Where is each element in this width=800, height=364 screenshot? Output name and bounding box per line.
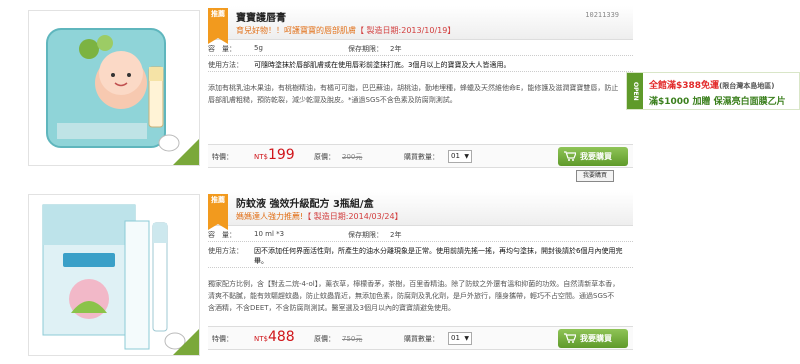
- shelf-life-label: 保存期限：: [348, 231, 383, 239]
- original-price: 200元: [342, 153, 363, 161]
- title-bar: 推薦 寶寶護唇膏 育兒好物！！呵護寶寶的唇部肌膚【 製造日期:2013/10/1…: [208, 6, 633, 44]
- usage-value: 因不添加任何界面活性劑，所產生的油水分離現象是正常。使用前請先搖一搖，再均勻塗抹…: [254, 247, 623, 265]
- manufacture-date: 【 製造日期:2014/03/24】: [303, 212, 403, 221]
- spec-row: 容 量： 5g 保存期限： 2年: [208, 40, 633, 56]
- buy-tooltip: 我要購買: [576, 170, 614, 182]
- recommend-ribbon: 推薦: [208, 194, 228, 230]
- shelf-life-value: 2年: [390, 45, 402, 53]
- product-subtitle: 媽媽達人強力推薦!【 製造日期:2014/03/24】: [236, 212, 403, 221]
- cart-icon: [564, 151, 576, 161]
- special-price-label: 特價：: [212, 153, 233, 161]
- product-sku: 10211339: [585, 11, 619, 19]
- original-price-label: 原價：: [314, 335, 335, 343]
- product-image-lip-balm[interactable]: [28, 10, 200, 166]
- original-price: 750元: [342, 335, 363, 343]
- product-subtitle: 育兒好物！！呵護寶寶的唇部肌膚【 製造日期:2013/10/19】: [236, 26, 456, 35]
- product-info: 推薦 寶寶護唇膏 育兒好物！！呵護寶寶的唇部肌膚【 製造日期:2013/10/1…: [208, 6, 633, 106]
- product-description: 添加有桃乳油木果油，有桃樹精油，有橘可可脂，巴巴蘇油，胡桃油，勤地埋種，蜂蠟及天…: [208, 84, 619, 104]
- corner-flag: [173, 139, 199, 165]
- corner-flag: [173, 329, 199, 355]
- volume-value: 5g: [254, 44, 263, 52]
- recommend-ribbon: 推薦: [208, 8, 228, 44]
- dropdown-arrow-icon: ▼: [464, 335, 469, 342]
- purchase-bar: 特價： NT$199 原價： 200元 購買數量： 01 ▼ 我要購買: [208, 144, 633, 168]
- title-bar: 推薦 防蚊液 強效升級配方 3瓶組/盒 媽媽達人強力推薦!【 製造日期:2014…: [208, 192, 633, 230]
- volume-value: 10 ml *3: [254, 230, 285, 238]
- banner-tab: OPEN: [627, 73, 643, 109]
- volume-label: 容 量：: [208, 45, 236, 53]
- usage-row: 使用方法： 可隨時塗抹於唇部肌膚或在使用唇彩前塗抹打底。3個月以上的寶寶及大人皆…: [208, 56, 633, 72]
- usage-label: 使用方法：: [208, 61, 243, 69]
- free-shipping-banner[interactable]: OPEN 全館滿$388免運(限台灣本島地區) 滿$1000 加贈 保濕亮白面膜…: [626, 72, 800, 110]
- product-card-mosquito-repellent: 推薦 防蚊液 強效升級配方 3瓶組/盒 媽媽達人強力推薦!【 製造日期:2014…: [28, 186, 633, 364]
- quantity-select[interactable]: 01 ▼: [448, 150, 472, 163]
- buy-button[interactable]: 我要購買: [558, 147, 628, 166]
- special-price-label: 特價：: [212, 335, 233, 343]
- quantity-select[interactable]: 01 ▼: [448, 332, 472, 345]
- usage-row: 使用方法： 因不添加任何界面活性劑，所產生的油水分離現象是正常。使用前請先搖一搖…: [208, 242, 633, 268]
- quantity-label: 購買數量：: [404, 335, 439, 343]
- manufacture-date: 【 製造日期:2013/10/19】: [356, 26, 456, 35]
- product-description: 獨家配方比例，含【對孟二烷-4-ol】，薰衣草，檸檬香茅，茶樹，百里香精油。除了…: [208, 280, 620, 312]
- banner-line-1: 全館滿$388免運(限台灣本島地區): [649, 81, 775, 91]
- special-price: NT$488: [254, 329, 295, 345]
- quantity-label: 購買數量：: [404, 153, 439, 161]
- shelf-life-value: 2年: [390, 231, 402, 239]
- product-image-mosquito-repellent[interactable]: [28, 194, 200, 356]
- product-title[interactable]: 防蚊液 強效升級配方 3瓶組/盒: [236, 195, 374, 210]
- dropdown-arrow-icon: ▼: [464, 153, 469, 160]
- product-title[interactable]: 寶寶護唇膏: [236, 9, 286, 24]
- shelf-life-label: 保存期限：: [348, 45, 383, 53]
- spec-row: 容 量： 10 ml *3 保存期限： 2年: [208, 226, 633, 242]
- purchase-bar: 特價： NT$488 原價： 750元 購買數量： 01 ▼ 我要購買: [208, 326, 633, 350]
- volume-label: 容 量：: [208, 231, 236, 239]
- usage-label: 使用方法：: [208, 247, 243, 255]
- usage-value: 可隨時塗抹於唇部肌膚或在使用唇彩前塗抹打底。3個月以上的寶寶及大人皆適用。: [254, 61, 511, 69]
- special-price: NT$199: [254, 147, 295, 163]
- banner-line-2: 滿$1000 加贈 保濕亮白面膜乙片: [649, 97, 786, 107]
- buy-button[interactable]: 我要購買: [558, 329, 628, 348]
- product-card-lip-balm: 推薦 寶寶護唇膏 育兒好物！！呵護寶寶的唇部肌膚【 製造日期:2013/10/1…: [28, 0, 633, 182]
- product-info: 推薦 防蚊液 強效升級配方 3瓶組/盒 媽媽達人強力推薦!【 製造日期:2014…: [208, 192, 633, 314]
- original-price-label: 原價：: [314, 153, 335, 161]
- cart-icon: [564, 333, 576, 343]
